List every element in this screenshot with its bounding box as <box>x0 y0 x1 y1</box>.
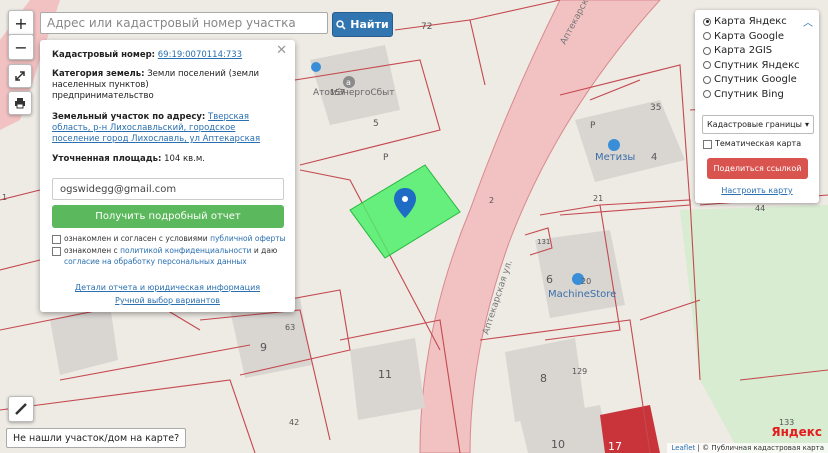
privacy-consent-text: ознакомлен с политикой конфиденциальност… <box>64 246 278 266</box>
layer-option-label: Карта Яндекс <box>714 16 787 27</box>
map-label: 35 <box>650 103 661 113</box>
map-label: 17 <box>608 440 622 453</box>
radio-icon[interactable] <box>703 61 711 69</box>
layer-option-label: Карта 2GIS <box>714 45 773 56</box>
poi-label: Метизы <box>595 152 635 163</box>
layer-option-4[interactable]: Спутник Google <box>703 74 797 85</box>
radio-icon[interactable] <box>703 32 711 40</box>
cad-number-link[interactable]: 69:19:0070114:733 <box>158 50 242 60</box>
poi-icon <box>311 62 321 72</box>
map-label: 8 <box>540 372 547 385</box>
radio-icon[interactable] <box>703 75 711 84</box>
land-use-value: предпринимательство <box>52 91 154 101</box>
layer-option-label: Карта Google <box>714 30 784 42</box>
configure-map-link[interactable]: Настроить карту <box>695 186 819 195</box>
map-label: 42 <box>289 418 299 427</box>
yandex-logo: Яндекс <box>771 425 822 439</box>
share-link-button[interactable]: Поделиться ссылкой <box>707 158 808 179</box>
svg-text:a: a <box>346 78 351 87</box>
map-label: 131 <box>537 238 550 246</box>
search-icon <box>336 19 346 30</box>
manual-select-link[interactable]: Ручной выбор вариантов <box>115 296 220 305</box>
map-label: 6 <box>546 273 553 286</box>
radio-icon[interactable] <box>703 90 711 98</box>
layer-option-label: Спутник Google <box>714 74 797 85</box>
get-report-button[interactable]: Получить подробный отчет <box>52 205 284 228</box>
map-label: 21 <box>593 194 603 203</box>
leaflet-link[interactable]: Leaflet <box>671 444 695 452</box>
collapse-icon[interactable]: ︿ <box>803 14 813 29</box>
poi-label: АтомЭнергоСбыт <box>313 88 395 98</box>
map-label: 20 <box>581 277 591 286</box>
address-label: Земельный участок по адресу: <box>52 112 206 122</box>
print-icon <box>15 98 25 109</box>
parcel-info-popup: ✕ Кадастровый номер: 69:19:0070114:733 К… <box>40 40 295 312</box>
map-label: Р <box>590 121 596 131</box>
chevron-down-icon: ▾ <box>804 120 809 129</box>
map-label: 9 <box>260 341 267 354</box>
map-label: 63 <box>285 323 295 332</box>
map-label: 129 <box>572 367 587 376</box>
fullscreen-icon <box>15 71 25 81</box>
not-found-button[interactable]: Не нашли участок/дом на карте? <box>6 428 187 448</box>
layer-option-5[interactable]: Спутник Bing <box>703 89 784 100</box>
ruler-icon <box>15 403 27 415</box>
layer-option-label: Спутник Яндекс <box>714 59 800 71</box>
land-category-label: Категория земель: <box>52 69 145 79</box>
email-field[interactable]: ogswidegg@gmail.com <box>52 178 284 200</box>
layer-option-3[interactable]: Спутник Яндекс <box>703 60 800 71</box>
search-input[interactable] <box>40 12 328 34</box>
fullscreen-button[interactable] <box>8 64 32 88</box>
offer-consent-checkbox[interactable] <box>52 235 61 244</box>
map-label: 4 <box>651 152 657 163</box>
offer-link[interactable]: публичной оферты <box>210 234 285 243</box>
layer-option-2[interactable]: Карта 2GIS <box>703 45 772 56</box>
map-label: 10 <box>551 438 565 451</box>
radio-icon[interactable] <box>703 46 711 55</box>
poi-icon <box>608 139 620 151</box>
zoom-out-button[interactable]: − <box>8 34 34 60</box>
radio-icon[interactable] <box>703 17 711 26</box>
cad-number-label: Кадастровый номер: <box>52 50 156 60</box>
layer-option-1[interactable]: Карта Google <box>703 31 784 42</box>
privacy-consent-checkbox[interactable] <box>52 247 61 256</box>
attribution-text: | © Публичная кадастровая карта <box>697 444 824 452</box>
map-label: 11 <box>378 368 392 381</box>
print-button[interactable] <box>8 91 32 115</box>
layers-panel: ︿ Карта Яндекс Карта Google Карта 2GIS Спут… <box>695 10 819 203</box>
map-label: Р <box>383 153 389 163</box>
map-label: 44 <box>755 204 765 213</box>
personal-data-link[interactable]: согласие на обработку персональных данны… <box>64 257 247 266</box>
offer-consent-text: ознакомлен и согласен с условиями публич… <box>64 234 286 243</box>
ruler-button[interactable] <box>8 396 34 422</box>
search-button[interactable]: Найти <box>332 12 393 37</box>
map-label: 1 <box>2 193 7 202</box>
attribution: Leaflet | © Публичная кадастровая карта <box>667 443 828 453</box>
poi-icon: a <box>343 76 355 88</box>
thematic-map-label: Тематическая карта <box>715 139 802 148</box>
poi-label: MachineStore <box>548 289 616 300</box>
area-value: 104 кв.м. <box>164 154 205 164</box>
search-button-label: Найти <box>350 18 389 31</box>
area-label: Уточненная площадь: <box>52 154 162 164</box>
overlay-select[interactable]: Кадастровые границы ▾ <box>702 115 814 134</box>
layer-option-label: Спутник Bing <box>714 88 784 100</box>
map-label: 5 <box>373 119 379 129</box>
privacy-link[interactable]: политикой конфиденциальности <box>120 246 251 255</box>
map-label: 72 <box>421 22 432 32</box>
map-label: 2 <box>489 196 494 205</box>
zoom-in-button[interactable]: + <box>8 10 34 36</box>
thematic-map-checkbox[interactable] <box>703 140 712 149</box>
report-details-link[interactable]: Детали отчета и юридическая информация <box>75 283 260 292</box>
layer-option-0[interactable]: Карта Яндекс <box>703 16 787 27</box>
